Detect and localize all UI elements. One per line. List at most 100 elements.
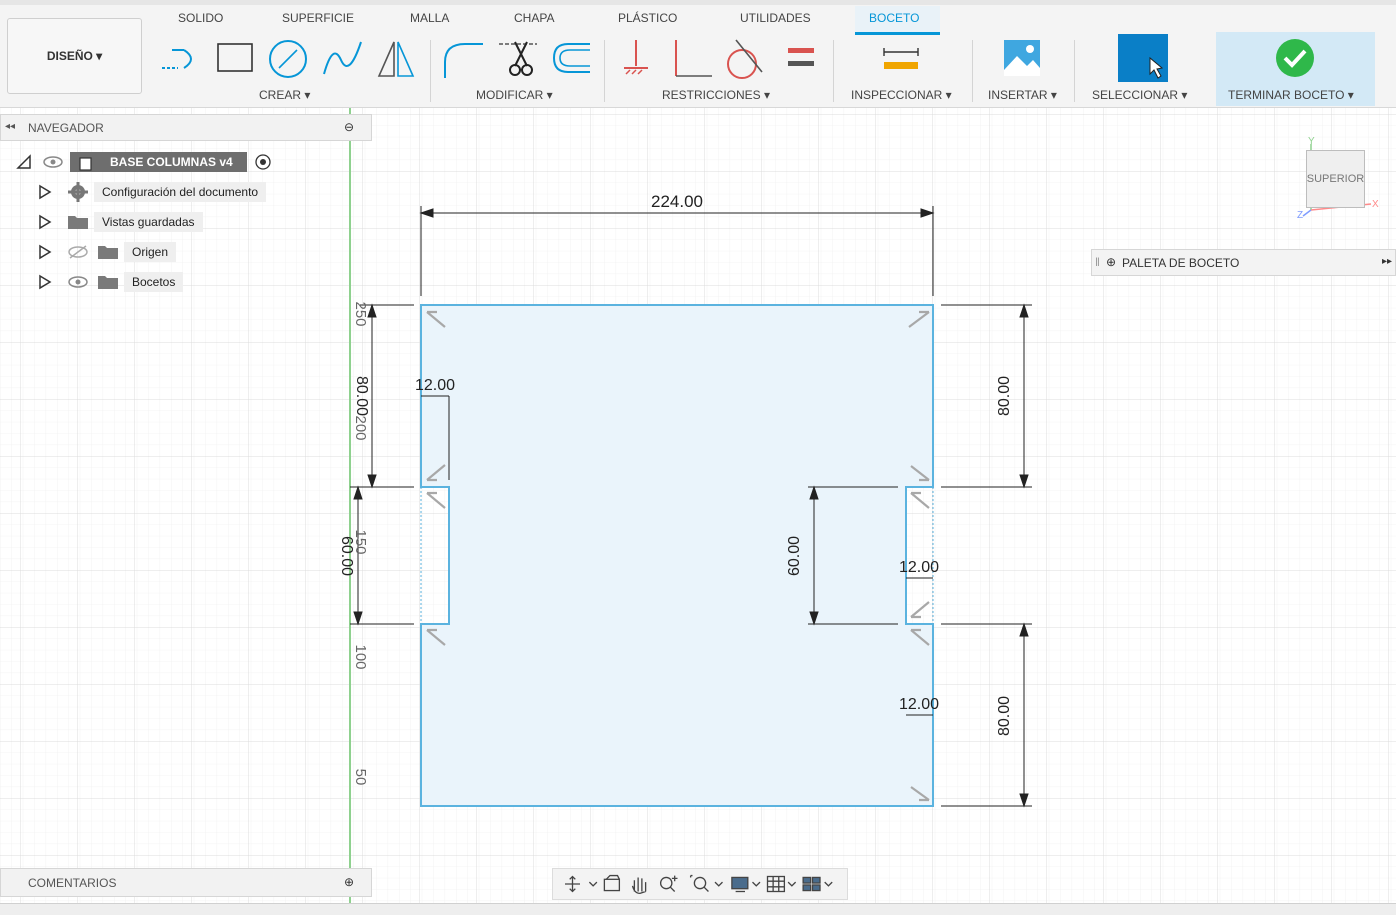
mirror-tool-icon[interactable]	[375, 38, 417, 80]
browser-header[interactable]: ◂◂ NAVEGADOR ⊖	[0, 114, 372, 141]
status-bar	[0, 903, 1396, 915]
ruler-label-150: 150	[352, 529, 369, 554]
root-label-wrapper: BASE COLUMNAS v4	[70, 152, 247, 172]
separator	[1074, 40, 1075, 102]
look-at-icon[interactable]	[603, 874, 621, 892]
eye-icon[interactable]	[66, 274, 90, 290]
palette-grip-icon[interactable]: ‖	[1095, 255, 1100, 269]
browser-item-sketches[interactable]: Bocetos	[38, 271, 184, 293]
browser-item-label: Vistas guardadas	[94, 212, 203, 232]
navigation-toolbar[interactable]	[552, 868, 848, 900]
sketch-canvas[interactable]: 224.00 12.00 12.00 12.00 80.00 60.00 80.…	[0, 108, 1396, 905]
browser-item-origin[interactable]: Origen	[38, 241, 177, 263]
finish-checkmark-icon[interactable]	[1274, 38, 1316, 80]
rectangle-tool-icon[interactable]	[213, 38, 255, 80]
browser-item-saved-views[interactable]: Vistas guardadas	[38, 211, 203, 233]
folder-icon	[98, 276, 118, 289]
browser-item-doc-settings[interactable]: Configuración del documento	[38, 181, 267, 203]
comments-panel[interactable]: COMENTARIOS ⊕	[0, 868, 372, 897]
insert-group-label[interactable]: INSERTAR ▾	[988, 88, 1057, 102]
eye-icon[interactable]	[42, 154, 64, 170]
constraints-group-label[interactable]: RESTRICCIONES ▾	[662, 88, 770, 102]
browser-item-label: Configuración del documento	[94, 182, 267, 202]
select-tool-icon[interactable]	[1118, 34, 1168, 82]
component-icon	[79, 157, 92, 171]
dim-left-top-height: 80.00	[353, 376, 370, 416]
browser-options-icon[interactable]: ⊖	[344, 120, 354, 134]
finish-sketch-label[interactable]: TERMINAR BOCETO ▾	[1228, 88, 1354, 102]
comments-title: COMENTARIOS	[28, 876, 117, 890]
viewports-icon[interactable]	[802, 876, 833, 892]
browser-root-label[interactable]: BASE COLUMNAS v4	[70, 152, 247, 172]
expand-triangle-icon[interactable]	[38, 244, 52, 260]
separator	[604, 40, 605, 102]
collapse-browser-icon[interactable]: ◂◂	[5, 121, 15, 132]
fit-icon[interactable]	[689, 874, 723, 892]
tab-superficie[interactable]: SUPERFICIE	[282, 11, 354, 25]
tab-solido[interactable]: SOLIDO	[178, 11, 223, 25]
separator	[833, 40, 834, 102]
create-group-label[interactable]: CREAR ▾	[259, 88, 310, 102]
sketch-palette[interactable]: ‖ ⊕ PALETA DE BOCETO ▸▸	[1091, 249, 1396, 276]
toolbar: DISEÑO ▾ SOLIDO SUPERFICIE MALLA CHAPA P…	[0, 0, 1396, 108]
zoom-icon[interactable]	[659, 875, 678, 892]
expand-triangle-icon[interactable]	[38, 214, 52, 230]
browser-item-label: Origen	[124, 242, 177, 262]
ruler-label-50: 50	[352, 769, 369, 786]
folder-icon	[68, 216, 88, 229]
folder-icon	[98, 246, 118, 259]
axis-z-label: Z	[1297, 210, 1303, 221]
line-tool-icon[interactable]	[158, 38, 200, 80]
tab-malla[interactable]: MALLA	[410, 11, 449, 25]
activate-component-icon[interactable]	[253, 152, 273, 172]
tab-plastico[interactable]: PLÁSTICO	[618, 11, 677, 25]
tab-boceto[interactable]: BOCETO	[869, 11, 919, 25]
spline-tool-icon[interactable]	[321, 38, 363, 80]
fillet-tool-icon[interactable]	[441, 38, 483, 80]
add-comment-icon[interactable]: ⊕	[344, 875, 354, 889]
offset-tool-icon[interactable]	[550, 38, 592, 80]
ruler-label-200: 200	[352, 415, 369, 440]
dim-right-notch-height: 60.00	[786, 536, 803, 576]
dim-right-bottom-height: 80.00	[996, 696, 1013, 736]
dim-right-top-height: 80.00	[996, 376, 1013, 416]
palette-chevron-icon[interactable]: ▸▸	[1382, 256, 1392, 267]
expand-triangle-icon[interactable]	[16, 154, 32, 170]
tab-utilidades[interactable]: UTILIDADES	[740, 11, 811, 25]
modify-group-label[interactable]: MODIFICAR ▾	[476, 88, 553, 102]
insert-image-icon[interactable]	[1001, 38, 1043, 80]
tangent-constraint-icon[interactable]	[722, 38, 764, 80]
tab-chapa[interactable]: CHAPA	[514, 11, 554, 25]
sketch-profile	[420, 304, 934, 807]
inspect-group-label[interactable]: INSPECCIONAR ▾	[851, 88, 952, 102]
palette-expand-icon[interactable]: ⊕	[1106, 255, 1116, 269]
dim-left-notch-depth: 12.00	[415, 377, 455, 394]
pan-icon[interactable]	[631, 877, 647, 895]
axis-y-label: Y	[1308, 136, 1315, 147]
expand-triangle-icon[interactable]	[38, 274, 52, 290]
circle-tool-icon[interactable]	[267, 38, 309, 80]
fix-constraint-icon[interactable]	[618, 38, 660, 80]
expand-triangle-icon[interactable]	[38, 184, 52, 200]
dim-right-notch-depth: 12.00	[899, 559, 939, 576]
orbit-icon[interactable]	[565, 875, 598, 893]
browser-root-row[interactable]: BASE COLUMNAS v4	[16, 151, 273, 173]
separator	[972, 40, 973, 102]
measure-tool-icon[interactable]	[880, 38, 922, 80]
ruler-label-100: 100	[352, 644, 369, 669]
grid-settings-icon[interactable]	[766, 875, 797, 893]
sketch-palette-title: PALETA DE BOCETO	[1122, 256, 1240, 270]
display-settings-icon[interactable]	[731, 876, 761, 893]
hidden-eye-icon[interactable]	[66, 244, 90, 260]
equal-constraint-icon[interactable]	[780, 38, 822, 80]
viewcube[interactable]: SUPERIOR	[1306, 150, 1365, 208]
active-tab-underline	[855, 32, 940, 35]
browser-item-label: Bocetos	[124, 272, 184, 292]
trim-tool-icon[interactable]	[497, 38, 539, 80]
design-workspace-button[interactable]: DISEÑO ▾	[7, 18, 142, 94]
ruler-label-250: 250	[352, 301, 369, 326]
browser-title: NAVEGADOR	[28, 121, 104, 135]
perpendicular-constraint-icon[interactable]	[672, 38, 714, 80]
dim-right-bottom-notch-depth: 12.00	[899, 696, 939, 713]
select-group-label[interactable]: SELECCIONAR ▾	[1092, 88, 1187, 102]
